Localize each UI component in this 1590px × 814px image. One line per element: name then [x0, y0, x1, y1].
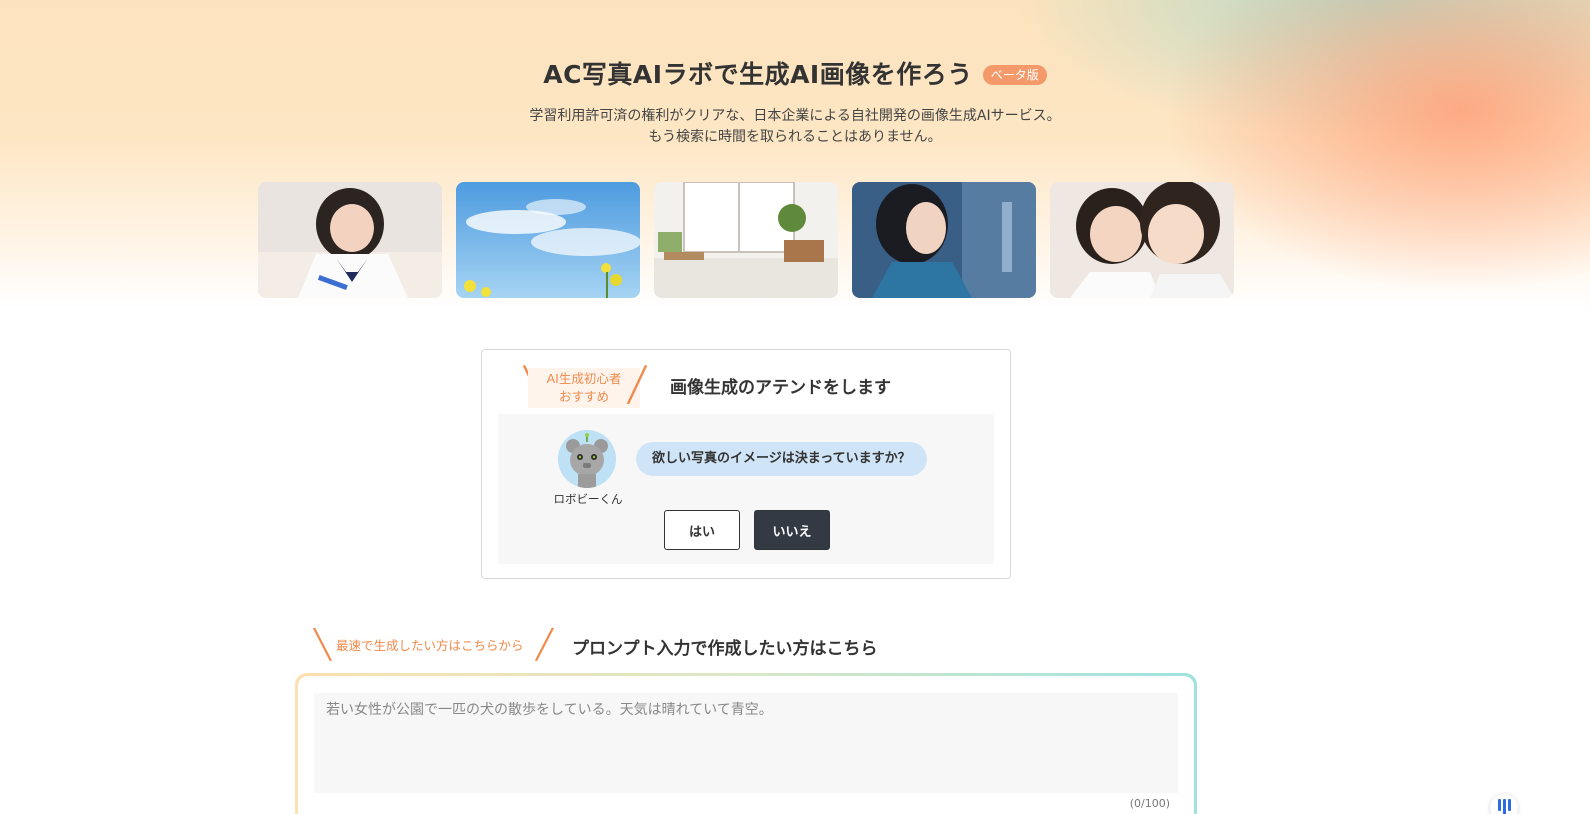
character-count: (0/100) — [1129, 797, 1170, 810]
question-bubble: 欲しい写真のイメージは決まっていますか？ — [636, 442, 927, 476]
prompt-box: (0/100) — [295, 673, 1197, 814]
slash-decoration: ╱ — [628, 366, 647, 405]
hero-subtitle-2: もう検索に時間を取られることはありません。 — [648, 129, 942, 145]
chat-area: ロボビーくん 欲しい写真のイメージは決まっていますか？ はい いいえ — [498, 414, 994, 564]
beta-badge: ベータ版 — [982, 65, 1047, 85]
chat-widget-icon[interactable] — [1490, 794, 1518, 814]
prompt-inner: (0/100) — [298, 676, 1194, 814]
robot-avatar — [558, 430, 616, 488]
interior-room-image — [654, 182, 838, 298]
tag-line-1: AI生成初心者 — [546, 371, 622, 386]
sample-gallery — [258, 182, 1234, 298]
avatar-name: ロボビーくん — [553, 492, 623, 506]
student-writing-image — [258, 182, 442, 298]
prompt-section-title: プロンプト入力で作成したい方はこちら — [572, 639, 878, 659]
sky-flowers-image — [456, 182, 640, 298]
attend-title: 画像生成のアテンドをします — [670, 378, 891, 398]
hero-subtitle-1: 学習利用許可済の権利がクリアな、日本企業による自社開発の画像生成AIサービス。 — [529, 108, 1061, 124]
fastest-generate-tag: 最速で生成したい方はこちらから — [336, 638, 524, 653]
prompt-input[interactable] — [314, 693, 1178, 793]
beginner-recommend-tag: AI生成初心者 おすすめ — [528, 368, 640, 408]
attend-card: ╲ AI生成初心者 おすすめ ╱ 画像生成のアテンドをします ロボビーくん — [481, 349, 1011, 579]
page-title: AC写真AIラボで生成AI画像を作ろう — [543, 60, 973, 89]
woman-profile-image — [852, 182, 1036, 298]
tag-line-2: おすすめ — [558, 389, 609, 404]
children-smiling-image — [1050, 182, 1234, 298]
slash-decoration: ╱ — [536, 628, 553, 661]
yes-button[interactable]: はい — [664, 510, 740, 550]
hero-title-row: AC写真AIラボで生成AI画像を作ろう ベータ版 — [0, 55, 1590, 91]
no-button[interactable]: いいえ — [754, 510, 830, 550]
